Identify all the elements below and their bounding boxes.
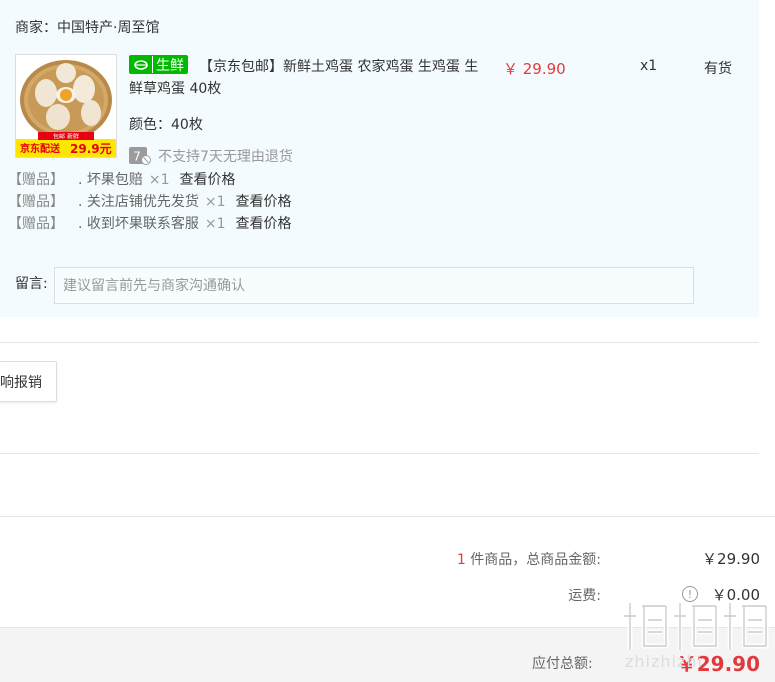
gift-tag: 【赠品】 [8,172,64,188]
thumb-banner: 京东配送 [20,142,61,155]
expense-reimburse-button[interactable]: 响报销 [0,361,57,402]
goods-count: 1 [456,552,466,568]
gift-tag: 【赠品】 [8,216,64,232]
goods-count-label: 1 件商品，总商品金额: [457,549,601,569]
divider [0,516,775,517]
remark-label: 留言: [15,276,48,292]
gift-name: . 收到坏果联系客服 [78,216,199,232]
watermark-text: zhizhizhi [625,652,703,671]
product-quantity: x1 [640,58,658,74]
return-icon-text: 7 [133,150,141,164]
product-thumbnail[interactable]: 包邮 新鲜 京东配送 29.9元 [15,54,117,158]
gift-qty: ×1 [204,216,226,232]
gift-view-price-link[interactable]: 查看价格 [236,216,292,232]
no-return-icon: 7 [129,147,151,165]
product-color: 颜色：40枚 [129,117,203,133]
gift-qty: ×1 [204,194,226,210]
product-title[interactable]: 【京东包邮】新鲜土鸡蛋 农家鸡蛋 生鸡蛋 生鲜草鸡蛋 40枚 [129,56,489,100]
merchant-name: 商家：中国特产·周至馆 [15,20,160,36]
goods-total-label: 件商品，总商品金额: [465,552,601,568]
payable-label: 应付总额: [532,656,593,672]
gift-view-price-link[interactable]: 查看价格 [180,172,236,188]
gift-name: . 坏果包赔 [78,172,143,188]
remark-input[interactable] [54,267,694,304]
product-price: ￥ 29.90 [503,60,566,78]
thumb-price: 29.9元 [70,142,112,156]
eggs-image: 包邮 新鲜 京东配送 29.9元 [16,55,116,157]
gift-tag: 【赠品】 [8,194,64,210]
divider [0,342,759,343]
gift-qty: ×1 [148,172,170,188]
return-policy-text: 不支持7天无理由退货 [158,149,293,165]
gift-row: 【赠品】 . 坏果包赔 ×1 查看价格 [8,169,236,191]
product-stock-status: 有货 [704,61,732,77]
gift-name: . 关注店铺优先发货 [78,194,199,210]
gift-row: 【赠品】 . 收到坏果联系客服 ×1 查看价格 [8,213,292,235]
thumb-tag: 包邮 新鲜 [53,133,79,141]
freight-label: 运费: [568,588,601,604]
gift-row: 【赠品】 . 关注店铺优先发货 ×1 查看价格 [8,191,292,213]
goods-total-value: ￥29.90 [702,550,760,568]
divider [0,453,759,454]
gift-view-price-link[interactable]: 查看价格 [236,194,292,210]
